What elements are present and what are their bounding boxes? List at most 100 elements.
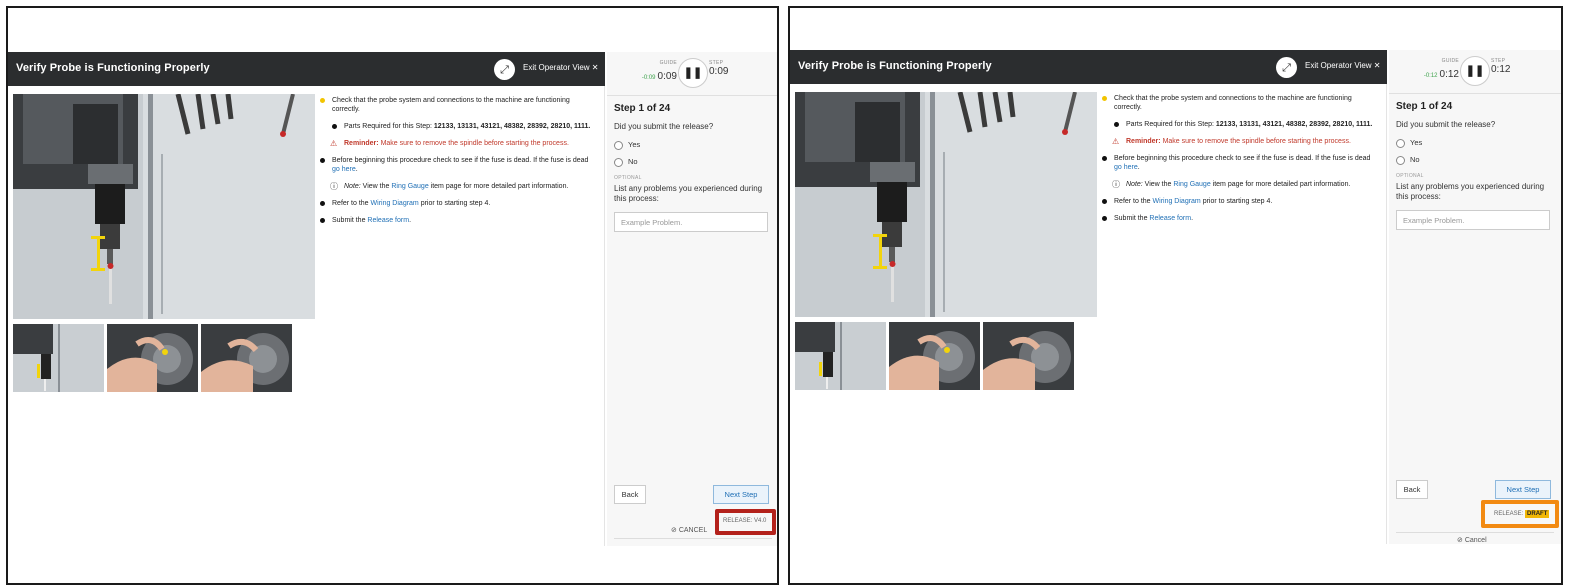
reminder-text: Make sure to remove the spindle before s…: [378, 140, 569, 147]
thumbnail-1[interactable]: [13, 324, 104, 392]
thumbnail-2[interactable]: [889, 322, 980, 390]
bullet-marker-yellow: [320, 98, 325, 103]
divider: [1396, 532, 1554, 533]
note-bullet: ⓘ Note: View the Ring Gauge item page for…: [1100, 180, 1378, 189]
pause-icon: ❚❚: [683, 67, 703, 79]
step-content: Check that the probe system and connecti…: [8, 86, 605, 546]
instruction-bullet: Submit the Release form.: [318, 216, 596, 225]
instruction-text-end: .: [1137, 164, 1140, 171]
timer-bar: GUIDE -0:09 0:09 ❚❚ STEP 0:09: [607, 52, 777, 96]
option-yes[interactable]: Yes: [614, 140, 640, 150]
guide-timer-delta: -0:12: [1423, 73, 1438, 79]
reminder-label: Reminder:: [344, 140, 379, 147]
operator-view-app: Verify Probe is Functioning Properly ⤢ E…: [8, 52, 777, 546]
parts-label: Parts Required for this Step:: [344, 123, 434, 130]
instruction-text: Submit the: [332, 217, 368, 224]
step-timer-value: 0:12: [1491, 64, 1511, 75]
instruction-text: Before beginning this procedure check to…: [1114, 155, 1371, 162]
thumbnail-2[interactable]: [107, 324, 198, 392]
thumbnail-3[interactable]: [983, 322, 1074, 390]
release-form-link[interactable]: Release form: [1149, 215, 1191, 222]
wiring-diagram-link[interactable]: Wiring Diagram: [371, 200, 419, 207]
next-step-button[interactable]: Next Step: [1495, 480, 1551, 499]
next-step-button[interactable]: Next Step: [713, 485, 769, 504]
instruction-bullet: Submit the Release form.: [1100, 214, 1378, 223]
instruction-text-end: .: [355, 166, 358, 173]
thumbnail-2-image: [107, 324, 198, 392]
radio-icon: [1396, 138, 1405, 148]
instruction-bullet: Check that the probe system and connecti…: [1100, 94, 1378, 112]
reminder-text: Make sure to remove the spindle before s…: [1160, 138, 1351, 145]
bullet-marker: [320, 218, 325, 223]
problems-input[interactable]: Example Problem.: [614, 212, 768, 232]
instruction-bullet: Before beginning this procedure check to…: [318, 156, 596, 174]
note-text: View the: [1142, 181, 1174, 188]
go-here-link[interactable]: go here: [1114, 164, 1138, 171]
release-form-link[interactable]: Release form: [367, 217, 409, 224]
parts-list: 12133, 13131, 43121, 48382, 28392, 28210…: [1215, 121, 1373, 128]
expand-icon[interactable]: ⤢: [1276, 57, 1297, 78]
main-step-image[interactable]: [13, 94, 315, 319]
option-no[interactable]: No: [1396, 155, 1420, 165]
guide-timer: GUIDE -0:12 0:12: [1409, 58, 1459, 82]
wiring-diagram-link[interactable]: Wiring Diagram: [1153, 198, 1201, 205]
back-button[interactable]: Back: [614, 485, 646, 504]
note-bullet: ⓘ Note: View the Ring Gauge item page for…: [318, 182, 596, 191]
step-sidebar: GUIDE -0:09 0:09 ❚❚ STEP 0:09 Step 1 of 2…: [607, 52, 777, 546]
option-yes[interactable]: Yes: [1396, 138, 1422, 148]
thumbnail-3[interactable]: [201, 324, 292, 392]
instruction-text-end: .: [1191, 215, 1194, 222]
pause-button[interactable]: ❚❚: [678, 58, 708, 88]
cancel-button[interactable]: ⊘ Cancel: [1457, 536, 1487, 544]
reminder-label: Reminder:: [1126, 138, 1161, 145]
step-counter: Step 1 of 24: [614, 103, 671, 114]
exit-operator-view-button[interactable]: Exit Operator View ✕: [1305, 61, 1380, 70]
option-yes-label: Yes: [628, 140, 641, 149]
instruction-text: Submit the: [1114, 215, 1150, 222]
radio-icon: [1396, 155, 1405, 165]
note-text-end: item page for more detailed part informa…: [1210, 181, 1351, 188]
note-label: Note:: [1126, 181, 1143, 188]
guide-title: Verify Probe is Functioning Properly: [798, 60, 992, 72]
note-label: Note:: [344, 183, 361, 190]
thumbnail-2-image: [889, 322, 980, 390]
panel-released-version: Verify Probe is Functioning Properly ⤢ E…: [6, 6, 779, 585]
panel-draft-version: Verify Probe is Functioning Properly ⤢ E…: [788, 6, 1563, 585]
step-timer: STEP 0:09: [709, 60, 759, 77]
ring-gauge-link[interactable]: Ring Gauge: [1173, 181, 1210, 188]
cancel-icon: ⊘: [1457, 536, 1463, 544]
instruction-text: Before beginning this procedure check to…: [332, 157, 589, 164]
pause-icon: ❚❚: [1465, 65, 1485, 77]
step-counter: Step 1 of 24: [1396, 101, 1453, 112]
bullet-marker: [1102, 199, 1107, 204]
radio-icon: [614, 140, 623, 150]
release-highlight-box: [1481, 500, 1559, 528]
instruction-text-end: prior to starting step 4.: [1200, 198, 1273, 205]
option-no-label: No: [1410, 155, 1420, 164]
ring-gauge-link[interactable]: Ring Gauge: [391, 183, 428, 190]
step-timer-value: 0:09: [709, 66, 729, 77]
instruction-text-end: .: [409, 217, 412, 224]
thumbnail-1[interactable]: [795, 322, 886, 390]
exit-operator-view-button[interactable]: Exit Operator View ✕: [523, 63, 598, 72]
back-button[interactable]: Back: [1396, 480, 1428, 499]
problems-input[interactable]: Example Problem.: [1396, 210, 1550, 230]
main-step-image[interactable]: [795, 92, 1097, 317]
bullet-marker: [1102, 216, 1107, 221]
release-question: Did you submit the release?: [1396, 120, 1496, 129]
option-yes-label: Yes: [1410, 138, 1423, 147]
expand-icon[interactable]: ⤢: [494, 59, 515, 80]
guide-timer-value: 0:12: [1439, 69, 1459, 80]
guide-timer-delta: -0:09: [641, 75, 656, 81]
problems-question: List any problems you experienced during…: [614, 184, 763, 203]
operator-view-app: Verify Probe is Functioning Properly ⤢ E…: [790, 50, 1561, 544]
thumbnail-1-image: [795, 322, 886, 390]
cancel-icon: ⊘: [671, 526, 677, 534]
close-icon: ✕: [591, 63, 599, 72]
option-no[interactable]: No: [614, 157, 638, 167]
go-here-link[interactable]: go here: [332, 166, 356, 173]
step-timer: STEP 0:12: [1491, 58, 1541, 75]
pause-button[interactable]: ❚❚: [1460, 56, 1490, 86]
cancel-button[interactable]: ⊘ CANCEL: [671, 526, 707, 534]
guide-timer: GUIDE -0:09 0:09: [627, 60, 677, 84]
